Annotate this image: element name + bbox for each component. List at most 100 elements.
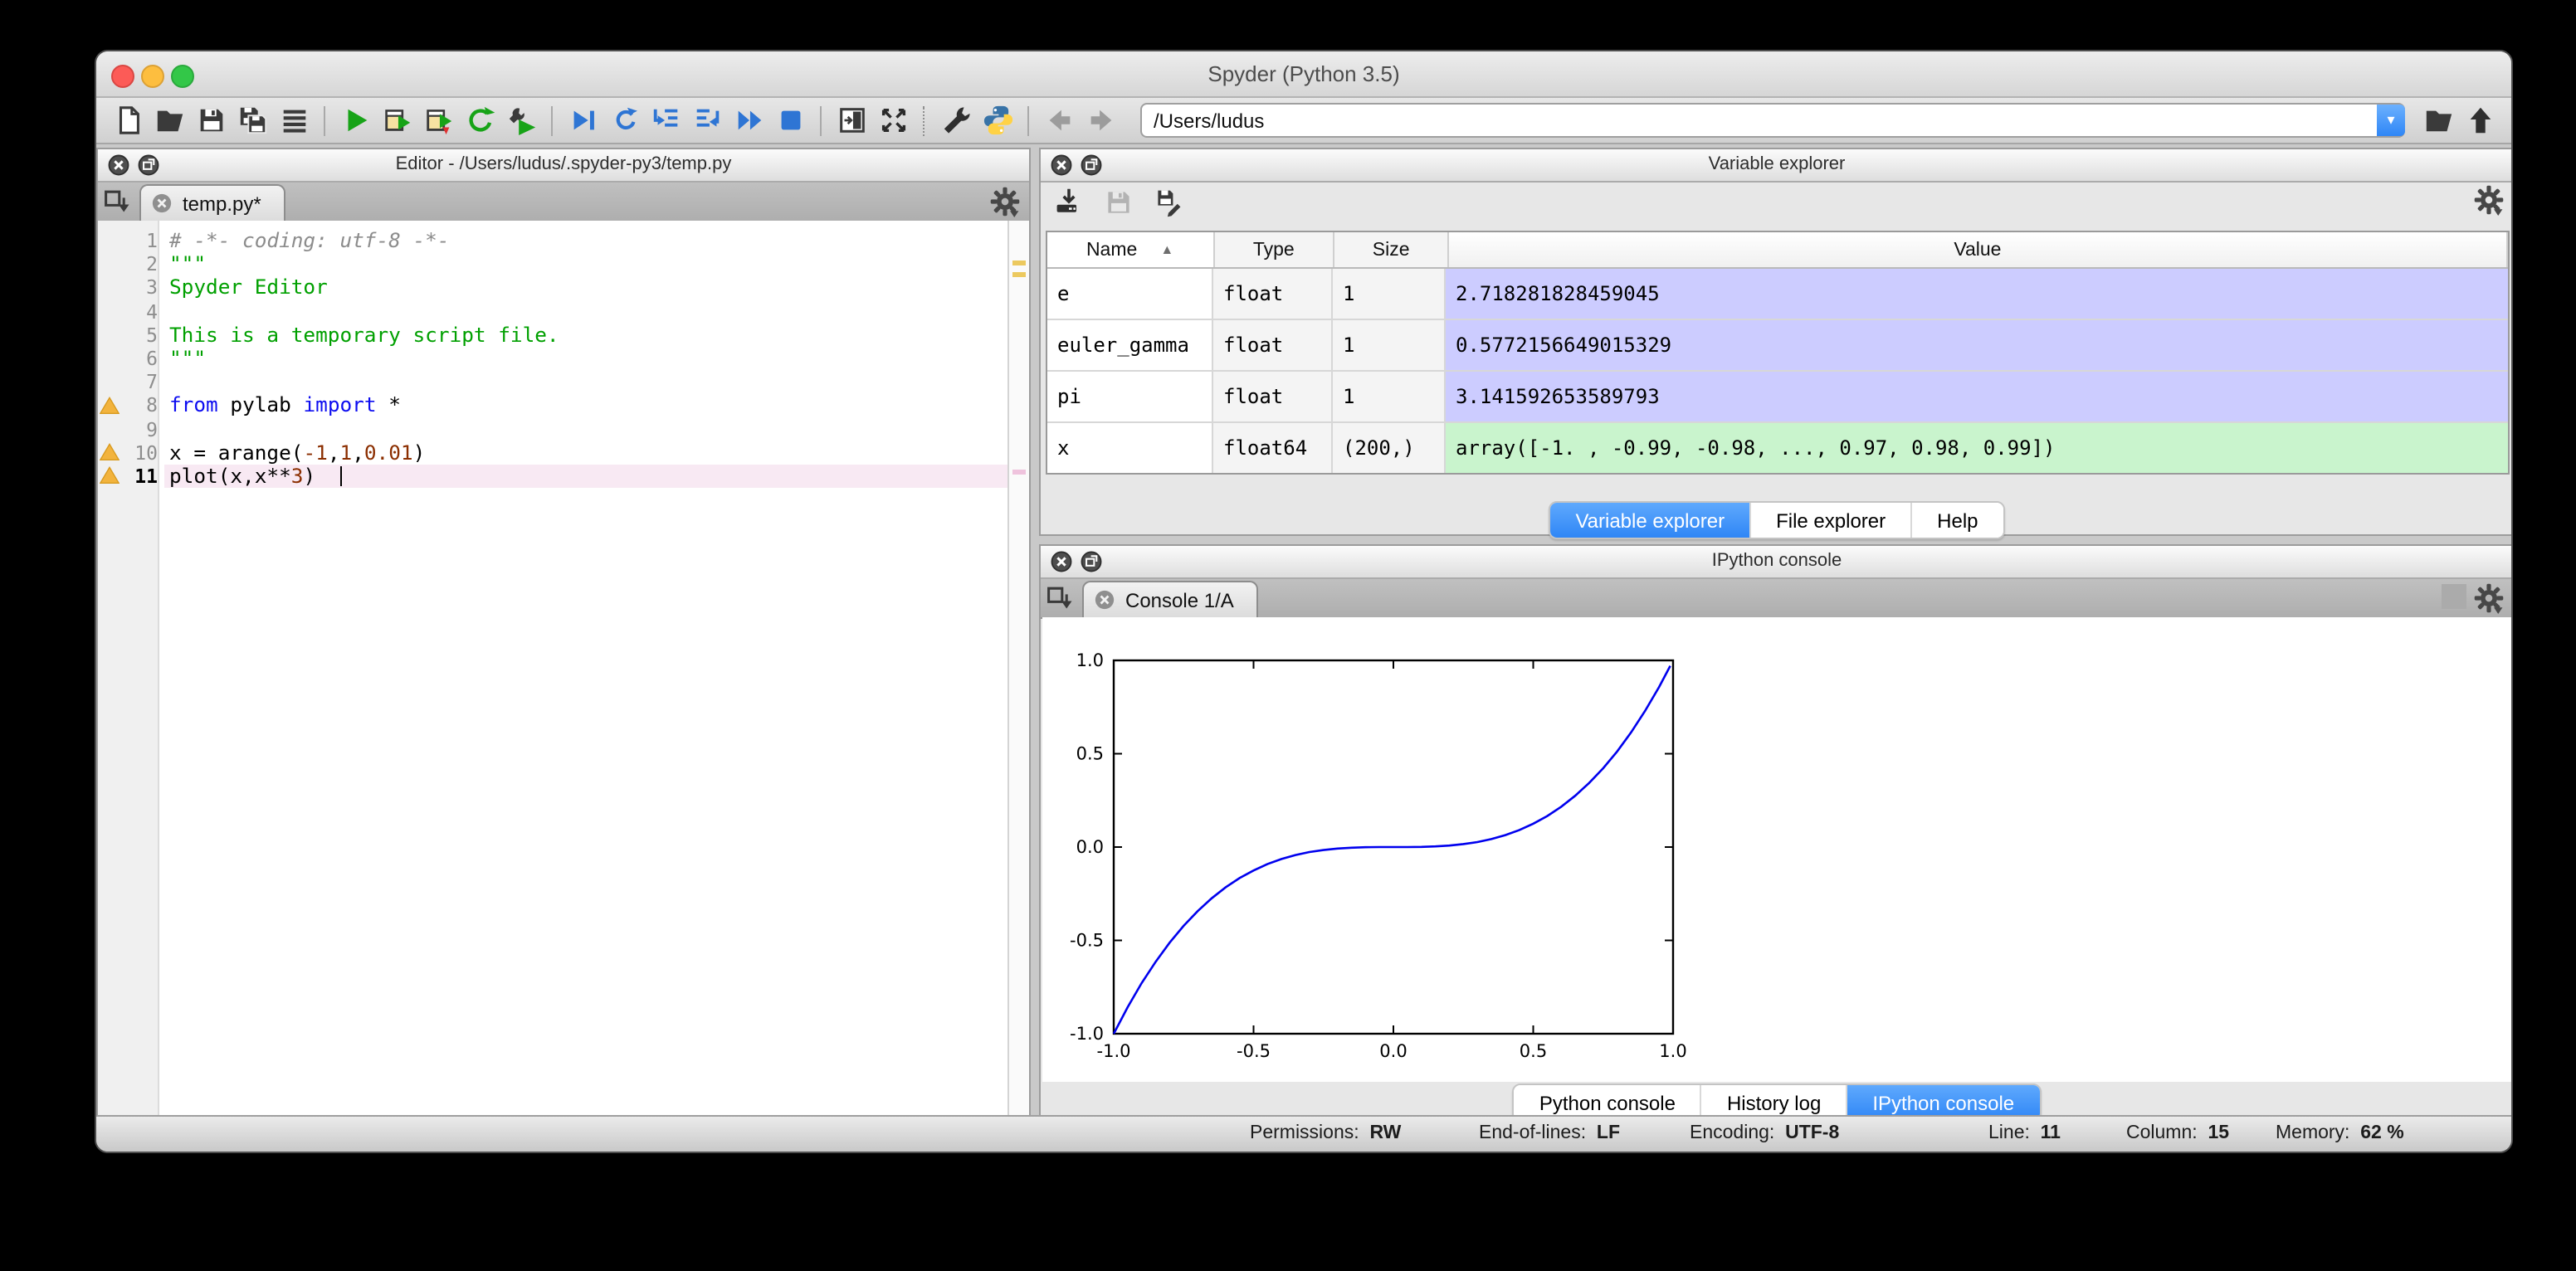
console-tab-bar: Console 1/A — [1041, 579, 2513, 619]
svg-text:0.0: 0.0 — [1379, 1041, 1407, 1061]
editor-tab-temp-py[interactable]: temp.py* — [139, 184, 286, 221]
gutter-spacer — [98, 417, 121, 441]
code-line-5[interactable]: 5This is a temporary script file. — [98, 324, 1007, 347]
code-lines: 1# -*- coding: utf-8 -*-2"""3Spyder Edit… — [98, 229, 1007, 488]
column-header-name[interactable]: Name▲ — [1047, 232, 1214, 267]
rerun-icon[interactable] — [461, 102, 498, 139]
save-data-icon[interactable] — [1100, 184, 1137, 221]
save-icon[interactable] — [193, 102, 229, 139]
code-text: This is a temporary script file. — [164, 324, 1007, 347]
status-permissions: Permissions: RW — [1250, 1123, 1401, 1143]
code-line-1[interactable]: 1# -*- coding: utf-8 -*- — [98, 229, 1007, 252]
code-line-8[interactable]: 8from pylab import * — [98, 394, 1007, 417]
run-selection-icon[interactable] — [503, 102, 539, 139]
column-header-size[interactable]: Size — [1334, 232, 1448, 267]
run-cell-icon[interactable] — [378, 102, 415, 139]
chevron-down-icon[interactable]: ▾ — [2377, 105, 2405, 136]
code-line-10[interactable]: 10x = arange(-1,1,0.01) — [98, 441, 1007, 464]
editor-tab-label: temp.py* — [183, 192, 261, 215]
console-tab-label: Console 1/A — [1125, 588, 1234, 611]
variable-explorer-panel: Variable explorer Name▲TypeSizeValueeflo… — [1039, 148, 2513, 536]
python-logo-icon[interactable] — [979, 102, 1016, 139]
save-data-as-icon[interactable] — [1150, 184, 1187, 221]
stop-icon[interactable] — [772, 102, 808, 139]
toolbar-separator — [551, 105, 553, 135]
tab-file-explorer[interactable]: File explorer — [1751, 503, 1912, 538]
variable-row-x[interactable]: xfloat64(200,)array([-1. , -0.99, -0.98,… — [1047, 423, 2508, 473]
maximize-pane-icon[interactable] — [833, 102, 870, 139]
variable-size: 1 — [1333, 372, 1446, 421]
code-line-6[interactable]: 6""" — [98, 347, 1007, 370]
variable-row-euler_gamma[interactable]: euler_gammafloat10.5772156649015329 — [1047, 320, 2508, 372]
nav-forward-icon[interactable] — [1082, 102, 1119, 139]
close-tab-icon[interactable] — [151, 192, 173, 214]
run-cell-advance-icon[interactable] — [420, 102, 456, 139]
debug-step-icon[interactable] — [606, 102, 642, 139]
step-out-icon[interactable] — [689, 102, 725, 139]
variable-row-pi[interactable]: pifloat13.141592653589793 — [1047, 372, 2508, 423]
up-dir-icon[interactable] — [2461, 102, 2498, 139]
svg-text:0.0: 0.0 — [1076, 837, 1104, 857]
code-text — [164, 299, 1007, 323]
new-file-icon[interactable] — [110, 102, 146, 139]
editor-options-gear-icon[interactable] — [989, 186, 1022, 219]
svg-text:-0.5: -0.5 — [1070, 931, 1104, 951]
tab-help[interactable]: Help — [1912, 503, 2003, 538]
window-title: Spyder (Python 3.5) — [96, 61, 2511, 86]
spyder-window: Spyder (Python 3.5) /Users/ludus▾ Editor… — [95, 50, 2513, 1153]
fullscreen-icon[interactable] — [875, 102, 911, 139]
variable-explorer-header: Variable explorer — [1041, 149, 2513, 183]
variable-explorer-options-gear-icon[interactable] — [2473, 184, 2506, 217]
title-bar: Spyder (Python 3.5) — [96, 51, 2511, 98]
code-text — [164, 370, 1007, 393]
continue-icon[interactable] — [730, 102, 767, 139]
code-text: plot(x,x**3) — [164, 465, 1007, 488]
preferences-wrench-icon[interactable] — [938, 102, 974, 139]
console-options-gear-icon[interactable] — [2473, 582, 2506, 616]
variables-table: Name▲TypeSizeValueefloat12.7182818284590… — [1046, 231, 2510, 475]
step-into-icon[interactable] — [647, 102, 684, 139]
browse-tabs-icon[interactable] — [1046, 582, 1079, 616]
nav-back-icon[interactable] — [1041, 102, 1077, 139]
gutter-spacer — [98, 229, 121, 252]
code-line-9[interactable]: 9 — [98, 417, 1007, 441]
toolbar-separator — [923, 105, 926, 135]
code-editor[interactable]: 1# -*- coding: utf-8 -*-2"""3Spyder Edit… — [98, 221, 1029, 1117]
working-directory-combobox[interactable]: /Users/ludus▾ — [1140, 103, 2405, 138]
code-line-3[interactable]: 3Spyder Editor — [98, 276, 1007, 299]
debug-icon[interactable] — [564, 102, 601, 139]
variable-size: 1 — [1333, 320, 1446, 370]
file-switcher-icon[interactable] — [276, 102, 312, 139]
warning-triangle-icon — [98, 465, 121, 488]
open-folder-icon[interactable] — [151, 102, 188, 139]
close-tab-icon[interactable] — [1094, 589, 1115, 611]
open-dir-icon[interactable] — [2420, 102, 2456, 139]
screen: Spyder (Python 3.5) /Users/ludus▾ Editor… — [0, 0, 2576, 1271]
import-data-icon[interactable] — [1051, 184, 1087, 221]
line-number: 11 — [121, 465, 164, 488]
warning-triangle-icon — [98, 394, 121, 417]
column-header-type[interactable]: Type — [1214, 232, 1334, 267]
tab-variable-explorer[interactable]: Variable explorer — [1550, 503, 1751, 538]
code-line-7[interactable]: 7 — [98, 370, 1007, 393]
run-icon[interactable] — [337, 102, 373, 139]
save-all-icon[interactable] — [234, 102, 271, 139]
sort-ascending-icon: ▲ — [1160, 242, 1173, 257]
code-text: Spyder Editor — [164, 276, 1007, 299]
code-line-4[interactable]: 4 — [98, 299, 1007, 323]
variable-row-e[interactable]: efloat12.718281828459045 — [1047, 269, 2508, 320]
warning-flag — [1012, 272, 1026, 277]
code-line-2[interactable]: 2""" — [98, 252, 1007, 275]
console-output[interactable]: -1.0-0.50.00.51.0-1.0-0.50.00.51.0 — [1042, 617, 2511, 1082]
browse-tabs-icon[interactable] — [103, 186, 136, 219]
gutter-spacer — [98, 299, 121, 323]
text-cursor — [340, 466, 343, 486]
column-header-value[interactable]: Value — [1449, 232, 2508, 267]
current-line-flag — [1012, 470, 1026, 475]
matplotlib-inline-plot: -1.0-0.50.00.51.0-1.0-0.50.00.51.0 — [1051, 637, 1731, 1082]
gutter-spacer — [98, 252, 121, 275]
gutter-spacer — [98, 276, 121, 299]
console-tab[interactable]: Console 1/A — [1082, 581, 1259, 617]
code-line-11[interactable]: 11plot(x,x**3) — [98, 465, 1007, 488]
status-column: Column: 15 — [2126, 1123, 2229, 1143]
